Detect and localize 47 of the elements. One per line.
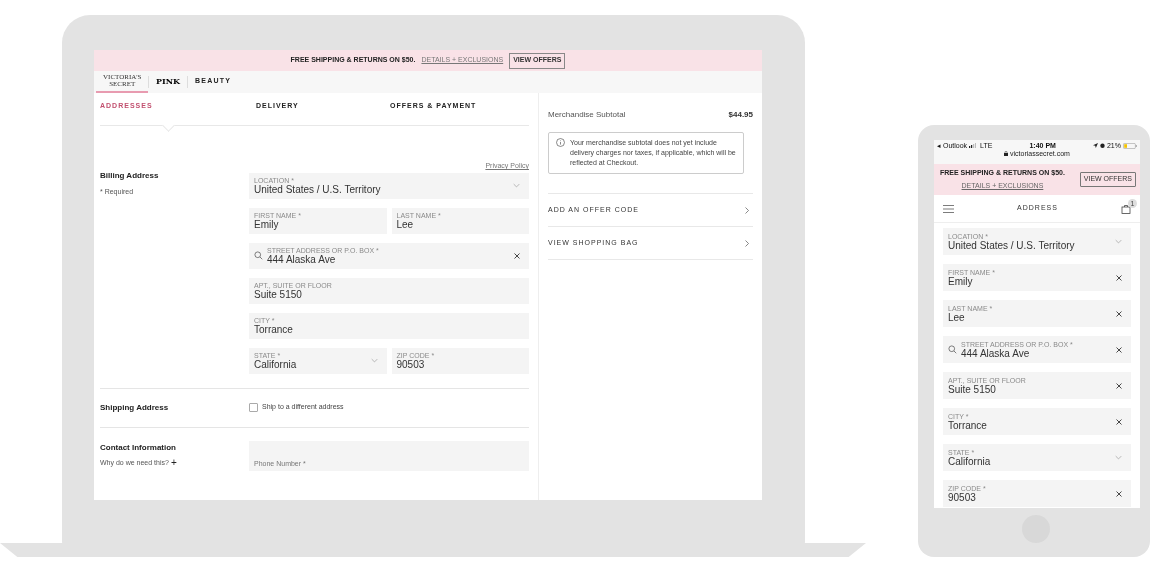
chevron-right-icon xyxy=(745,239,749,247)
location-icon xyxy=(1092,143,1098,148)
field-value: United States / U.S. Territory xyxy=(254,184,382,195)
brand-tab[interactable]: PINK xyxy=(149,71,188,93)
chevron-down-icon xyxy=(513,183,520,188)
section-title: Contact Information xyxy=(100,441,177,454)
subtotal-value: $44.95 xyxy=(728,109,753,121)
clear-icon[interactable] xyxy=(514,252,520,259)
field-value: 90503 xyxy=(948,492,977,503)
subtotal-label: Merchandise Subtotal xyxy=(548,109,626,121)
battery-icon xyxy=(1123,142,1137,149)
field-value: 444 Alaska Ave xyxy=(267,254,337,265)
clear-icon[interactable] xyxy=(1116,274,1122,281)
section-title: Shipping Address xyxy=(100,401,170,414)
field-value: Emily xyxy=(948,276,974,287)
field-value: California xyxy=(254,359,298,370)
expand-button[interactable]: + xyxy=(170,457,177,468)
clear-icon[interactable] xyxy=(1116,382,1122,389)
chevron-right-icon xyxy=(745,206,749,214)
field-value: United States / U.S. Territory xyxy=(948,240,1076,251)
clear-icon[interactable] xyxy=(1116,310,1122,317)
checkbox[interactable] xyxy=(249,403,258,412)
search-icon xyxy=(254,251,263,260)
clear-icon[interactable] xyxy=(1116,346,1122,353)
field-value: California xyxy=(948,456,992,467)
alarm-icon xyxy=(1099,143,1105,148)
shopping-bag-icon[interactable] xyxy=(1121,203,1131,214)
clear-icon[interactable] xyxy=(1116,418,1122,425)
field-value: Suite 5150 xyxy=(254,289,303,300)
field-value: 90503 xyxy=(396,359,426,370)
field-value: Emily xyxy=(254,219,280,230)
search-icon xyxy=(948,345,957,354)
info-icon xyxy=(556,138,565,147)
field-value: Suite 5150 xyxy=(948,384,997,395)
field-value: Torrance xyxy=(948,420,988,431)
field-value: 444 Alaska Ave xyxy=(961,348,1031,359)
lock-icon xyxy=(1004,151,1009,156)
chevron-down-icon xyxy=(1115,455,1122,460)
chevron-down-icon xyxy=(370,358,378,363)
signal-icon xyxy=(969,143,977,148)
field-value: Lee xyxy=(396,219,415,230)
section-title: Billing Address xyxy=(100,170,160,182)
chevron-down-icon xyxy=(1115,239,1122,244)
menu-icon[interactable] xyxy=(943,204,954,213)
field-value: Torrance xyxy=(254,324,294,335)
clear-icon[interactable] xyxy=(1116,490,1122,497)
field-value: Lee xyxy=(948,312,966,323)
